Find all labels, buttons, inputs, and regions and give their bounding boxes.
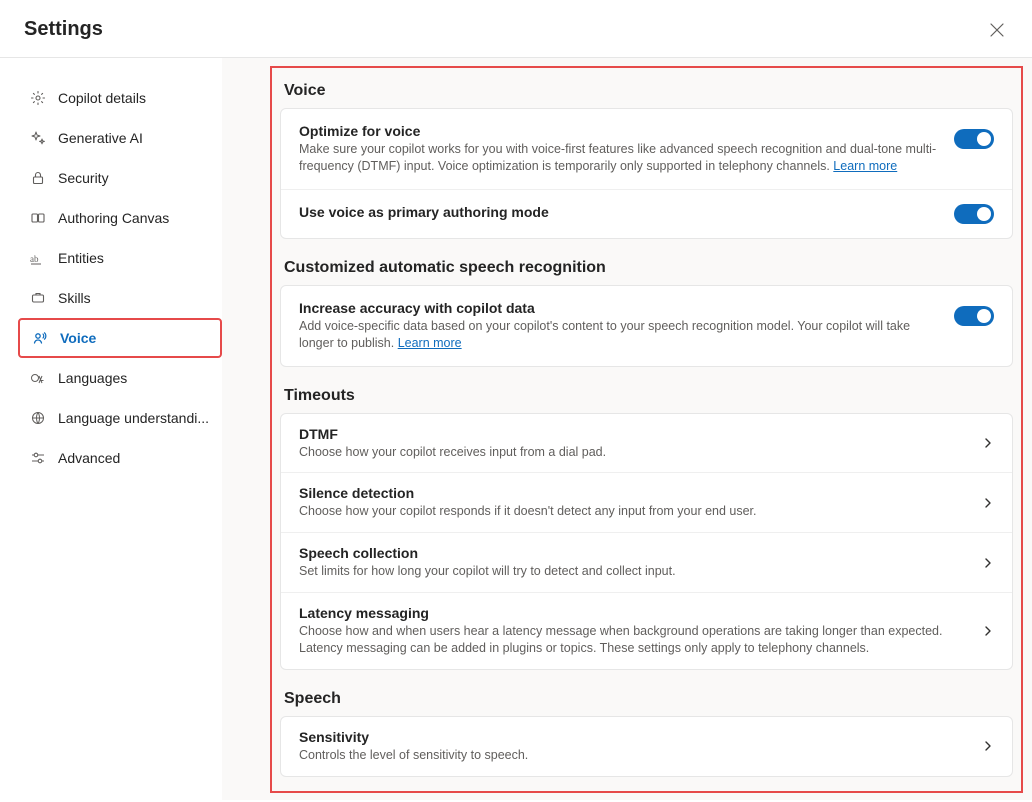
sidebar-item-label: Advanced xyxy=(58,450,120,466)
primary-authoring-title: Use voice as primary authoring mode xyxy=(299,204,938,220)
optimize-for-voice-title: Optimize for voice xyxy=(299,123,938,139)
lock-icon xyxy=(30,170,46,186)
increase-accuracy-block: Increase accuracy with copilot data Add … xyxy=(281,286,1012,366)
svg-text:ab: ab xyxy=(30,254,39,264)
chevron-right-icon xyxy=(982,497,994,509)
silence-desc: Choose how your copilot responds if it d… xyxy=(299,503,966,520)
silence-detection-row[interactable]: Silence detection Choose how your copilo… xyxy=(281,472,1012,532)
primary-authoring-block: Use voice as primary authoring mode xyxy=(281,189,1012,238)
optimize-for-voice-desc: Make sure your copilot works for you wit… xyxy=(299,141,938,175)
increase-accuracy-toggle[interactable] xyxy=(954,306,994,326)
increase-accuracy-title: Increase accuracy with copilot data xyxy=(299,300,938,316)
timeouts-card: DTMF Choose how your copilot receives in… xyxy=(280,413,1013,670)
latency-desc: Choose how and when users hear a latency… xyxy=(299,623,966,657)
close-button[interactable] xyxy=(986,19,1008,41)
sidebar-item-label: Voice xyxy=(60,330,96,346)
sensitivity-title: Sensitivity xyxy=(299,729,966,745)
sensitivity-desc: Controls the level of sensitivity to spe… xyxy=(299,747,966,764)
speech-collection-desc: Set limits for how long your copilot wil… xyxy=(299,563,966,580)
sidebar-item-languages[interactable]: Languages xyxy=(18,358,222,398)
sidebar-item-language-understanding[interactable]: Language understandi... xyxy=(18,398,222,438)
skills-icon xyxy=(30,290,46,306)
sparkle-icon xyxy=(30,130,46,146)
close-icon xyxy=(990,23,1004,37)
sensitivity-row[interactable]: Sensitivity Controls the level of sensit… xyxy=(281,717,1012,776)
entities-icon: ab xyxy=(30,250,46,266)
dtmf-title: DTMF xyxy=(299,426,966,442)
gear-icon xyxy=(30,90,46,106)
voice-card: Optimize for voice Make sure your copilo… xyxy=(280,108,1013,239)
dtmf-row[interactable]: DTMF Choose how your copilot receives in… xyxy=(281,414,1012,473)
sidebar-item-copilot-details[interactable]: Copilot details xyxy=(18,78,222,118)
sidebar-item-skills[interactable]: Skills xyxy=(18,278,222,318)
chevron-right-icon xyxy=(982,625,994,637)
sidebar-item-label: Copilot details xyxy=(58,90,146,106)
sidebar-item-entities[interactable]: ab Entities xyxy=(18,238,222,278)
section-title-voice: Voice xyxy=(284,82,1013,100)
sidebar-item-label: Skills xyxy=(58,290,91,306)
chevron-right-icon xyxy=(982,437,994,449)
speech-collection-title: Speech collection xyxy=(299,545,966,561)
settings-sidebar: Copilot details Generative AI Security A… xyxy=(0,58,222,800)
asr-card: Increase accuracy with copilot data Add … xyxy=(280,285,1013,367)
sidebar-item-security[interactable]: Security xyxy=(18,158,222,198)
sidebar-item-voice[interactable]: Voice xyxy=(18,318,222,358)
silence-title: Silence detection xyxy=(299,485,966,501)
section-title-timeouts: Timeouts xyxy=(284,387,1013,405)
sidebar-item-label: Entities xyxy=(58,250,104,266)
sliders-icon xyxy=(30,450,46,466)
latency-messaging-row[interactable]: Latency messaging Choose how and when us… xyxy=(281,592,1012,669)
optimize-for-voice-block: Optimize for voice Make sure your copilo… xyxy=(281,109,1012,189)
chevron-right-icon xyxy=(982,740,994,752)
speech-collection-row[interactable]: Speech collection Set limits for how lon… xyxy=(281,532,1012,592)
sidebar-item-authoring-canvas[interactable]: Authoring Canvas xyxy=(18,198,222,238)
sidebar-item-advanced[interactable]: Advanced xyxy=(18,438,222,478)
languages-icon xyxy=(30,370,46,386)
settings-main: Voice Optimize for voice Make sure your … xyxy=(222,58,1032,800)
language-understanding-icon xyxy=(30,410,46,426)
page-title: Settings xyxy=(24,18,103,41)
highlighted-region: Voice Optimize for voice Make sure your … xyxy=(270,66,1023,793)
section-title-asr: Customized automatic speech recognition xyxy=(284,259,1013,277)
dtmf-desc: Choose how your copilot receives input f… xyxy=(299,444,966,461)
sidebar-item-generative-ai[interactable]: Generative AI xyxy=(18,118,222,158)
sidebar-item-label: Security xyxy=(58,170,109,186)
sidebar-item-label: Languages xyxy=(58,370,127,386)
sidebar-item-label: Authoring Canvas xyxy=(58,210,169,226)
increase-accuracy-desc: Add voice-specific data based on your co… xyxy=(299,318,938,352)
primary-authoring-toggle[interactable] xyxy=(954,204,994,224)
latency-title: Latency messaging xyxy=(299,605,966,621)
chevron-right-icon xyxy=(982,557,994,569)
canvas-icon xyxy=(30,210,46,226)
sidebar-item-label: Language understandi... xyxy=(58,410,209,426)
voice-icon xyxy=(32,330,48,346)
accuracy-desc-text: Add voice-specific data based on your co… xyxy=(299,319,910,350)
optimize-learn-more-link[interactable]: Learn more xyxy=(833,159,897,173)
optimize-for-voice-toggle[interactable] xyxy=(954,129,994,149)
accuracy-learn-more-link[interactable]: Learn more xyxy=(398,336,462,350)
section-title-speech: Speech xyxy=(284,690,1013,708)
settings-header: Settings xyxy=(0,0,1032,58)
speech-card: Sensitivity Controls the level of sensit… xyxy=(280,716,1013,777)
sidebar-item-label: Generative AI xyxy=(58,130,143,146)
